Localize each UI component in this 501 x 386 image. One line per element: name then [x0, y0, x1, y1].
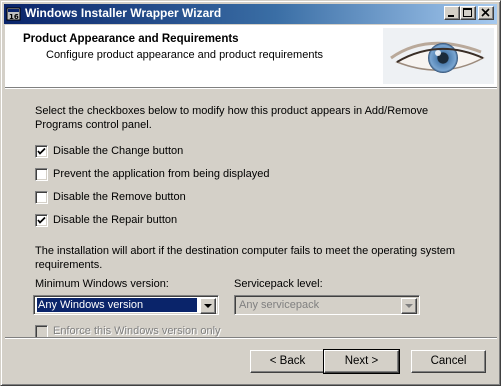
- option-label: Disable the Remove button: [53, 191, 186, 203]
- requirements-text: The installation will abort if the desti…: [35, 245, 456, 271]
- title-bar[interactable]: 16 Windows Installer Wrapper Wizard: [4, 4, 497, 24]
- wizard-window: 16 Windows Installer Wrapper Wizard Prod…: [0, 0, 501, 386]
- servicepack-label: Servicepack level:: [234, 278, 323, 290]
- wizard-header: Product Appearance and Requirements Conf…: [5, 25, 497, 87]
- installer-app-icon: 16: [6, 6, 22, 22]
- dropdown-button[interactable]: [200, 298, 216, 314]
- minimize-icon: [448, 15, 454, 17]
- header-divider: [5, 87, 497, 89]
- option-label: Disable the Repair button: [53, 214, 178, 226]
- close-icon: [481, 8, 490, 17]
- checkbox[interactable]: [35, 214, 48, 227]
- close-button[interactable]: [478, 6, 494, 20]
- page-title: Product Appearance and Requirements: [23, 33, 239, 45]
- min-windows-value: Any Windows version: [37, 298, 197, 312]
- eye-icon: [383, 28, 494, 84]
- servicepack-select[interactable]: Any servicepack: [234, 295, 420, 315]
- footer-divider: [5, 337, 497, 339]
- checkbox[interactable]: [35, 191, 48, 204]
- chevron-down-icon: [204, 304, 212, 308]
- checkbox[interactable]: [35, 145, 48, 158]
- check-icon: [37, 216, 46, 224]
- window-title: Windows Installer Wrapper Wizard: [25, 6, 222, 20]
- cancel-button[interactable]: Cancel: [411, 350, 486, 373]
- option-label: Enforce this Windows version only: [53, 325, 221, 337]
- option-label: Disable the Change button: [53, 145, 184, 157]
- dropdown-button[interactable]: [401, 298, 417, 314]
- maximize-icon: [463, 8, 472, 17]
- page-subtitle: Configure product appearance and product…: [46, 49, 324, 61]
- check-icon: [37, 147, 46, 155]
- min-windows-label: Minimum Windows version:: [35, 278, 169, 290]
- next-button[interactable]: Next >: [323, 349, 400, 374]
- servicepack-value: Any servicepack: [239, 299, 320, 311]
- back-button[interactable]: < Back: [250, 350, 325, 373]
- checkbox[interactable]: [35, 168, 48, 181]
- maximize-button[interactable]: [460, 6, 476, 20]
- min-windows-select[interactable]: Any Windows version: [33, 295, 219, 315]
- intro-text: Select the checkboxes below to modify ho…: [35, 105, 429, 131]
- chevron-down-icon: [405, 304, 413, 308]
- minimize-button[interactable]: [444, 6, 460, 20]
- option-label: Prevent the application from being displ…: [53, 168, 270, 180]
- svg-text:16: 16: [9, 13, 19, 21]
